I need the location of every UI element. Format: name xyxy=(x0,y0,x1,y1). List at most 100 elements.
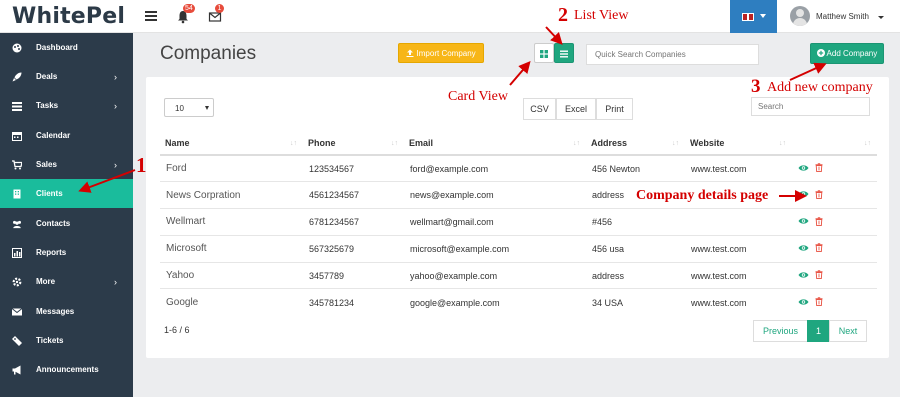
cell-phone: 3457789 xyxy=(303,261,404,289)
cell-actions xyxy=(792,154,877,182)
sort-icon: ↓↑ xyxy=(779,140,786,147)
chevron-right-icon: › xyxy=(114,101,117,111)
app-logo[interactable]: WhitePel xyxy=(12,4,125,29)
export-csv-button[interactable]: CSV xyxy=(523,98,556,120)
column-header-address[interactable]: Address ↓↑ xyxy=(586,132,685,156)
cell-actions xyxy=(792,288,877,316)
sidebar-item-more[interactable]: More › xyxy=(0,267,133,296)
add-company-button[interactable]: Add Company xyxy=(810,43,884,64)
envelope-icon xyxy=(12,308,22,316)
cell-website: www.test.com xyxy=(685,154,792,182)
sidebar-item-contacts[interactable]: Contacts xyxy=(0,209,133,238)
column-header-phone[interactable]: Phone ↓↑ xyxy=(303,132,404,156)
view-icon[interactable] xyxy=(798,217,809,227)
sidebar-item-calendar[interactable]: Calendar xyxy=(0,121,133,150)
building-icon xyxy=(13,189,21,199)
sidebar-item-label: Clients xyxy=(36,189,63,198)
cell-actions xyxy=(792,181,877,209)
quick-search-input[interactable] xyxy=(586,44,759,65)
cell-actions xyxy=(792,261,877,289)
trash-icon[interactable] xyxy=(815,163,823,174)
sidebar-item-label: Dashboard xyxy=(36,43,78,52)
trash-icon[interactable] xyxy=(815,190,823,201)
caret-down-icon xyxy=(760,14,766,18)
companies-table: Name ↓↑ Phone ↓↑ Email ↓↑ Address ↓↑ Website… xyxy=(160,132,877,316)
cell-name: Google xyxy=(160,288,303,316)
sidebar-item-label: Calendar xyxy=(36,131,71,140)
cell-actions xyxy=(792,234,877,263)
view-icon[interactable] xyxy=(798,244,809,254)
sidebar-item-label: Contacts xyxy=(36,219,71,228)
cart-icon xyxy=(12,160,22,170)
import-company-button[interactable]: Import Company xyxy=(398,43,484,63)
column-header-email[interactable]: Email ↓↑ xyxy=(404,132,586,156)
bullhorn-icon xyxy=(12,365,21,375)
trash-icon[interactable] xyxy=(815,243,823,254)
cell-website: www.test.com xyxy=(685,261,792,289)
avatar xyxy=(790,6,810,26)
pagination-page-1[interactable]: 1 xyxy=(807,320,830,342)
cell-address: address xyxy=(586,261,685,289)
trash-icon[interactable] xyxy=(815,270,823,281)
sidebar-item-messages[interactable]: Messages xyxy=(0,297,133,326)
sidebar-item-sales[interactable]: Sales › xyxy=(0,150,133,179)
sidebar-item-announcements[interactable]: Announcements xyxy=(0,355,133,384)
sidebar: Dashboard Deals › Tasks › Calendar Sales… xyxy=(0,33,133,397)
view-icon[interactable] xyxy=(798,190,809,200)
trash-icon[interactable] xyxy=(815,297,823,308)
list-view-button[interactable] xyxy=(554,43,574,63)
column-header-website[interactable]: Website ↓↑ xyxy=(685,132,792,156)
sort-icon: ↓↑ xyxy=(573,140,580,147)
calendar-icon xyxy=(12,132,22,141)
table-row: Google 345781234 google@example.com 34 USA w… xyxy=(160,288,877,316)
cell-address: 456 Newton xyxy=(586,154,685,182)
notifications-bell[interactable]: 54 xyxy=(176,4,195,24)
column-header-name[interactable]: Name ↓↑ xyxy=(160,132,303,156)
messages-envelope[interactable]: 1 xyxy=(208,4,224,24)
uk-flag-icon xyxy=(742,13,754,21)
column-website-label: Website xyxy=(690,138,725,148)
trash-icon[interactable] xyxy=(815,216,823,228)
palette-icon xyxy=(12,43,22,53)
table-header-row: Name ↓↑ Phone ↓↑ Email ↓↑ Address ↓↑ Website… xyxy=(160,132,877,156)
print-button[interactable]: Print xyxy=(596,98,633,120)
sidebar-item-label: Messages xyxy=(36,307,75,316)
pagination-previous[interactable]: Previous xyxy=(753,320,808,342)
pagination-next[interactable]: Next xyxy=(829,320,867,342)
cell-email: yahoo@example.com xyxy=(404,261,586,289)
sidebar-item-reports[interactable]: Reports xyxy=(0,238,133,267)
sort-icon: ↓↑ xyxy=(672,140,679,147)
sidebar-item-dashboard[interactable]: Dashboard xyxy=(0,33,133,62)
table-row: Wellmart 6781234567 wellmart@gmail.com #456 xyxy=(160,208,877,236)
card-view-button[interactable] xyxy=(534,43,554,63)
top-bar: WhitePel 54 1 Matthew Smith xyxy=(0,0,900,33)
column-header-actions: ↓↑ xyxy=(792,132,877,156)
sidebar-item-clients[interactable]: Clients xyxy=(0,179,133,208)
sidebar-item-label: Tickets xyxy=(36,336,64,345)
sidebar-item-tickets[interactable]: Tickets xyxy=(0,326,133,355)
column-phone-label: Phone xyxy=(308,138,336,148)
cell-phone: 4561234567 xyxy=(303,181,404,209)
cell-phone: 567325679 xyxy=(303,234,404,263)
cell-email: microsoft@example.com xyxy=(404,234,586,263)
cell-name: News Corpration xyxy=(160,181,303,209)
sort-icon: ↓↑ xyxy=(864,140,871,147)
table-search-input[interactable] xyxy=(751,97,870,116)
view-icon[interactable] xyxy=(798,271,809,281)
column-address-label: Address xyxy=(591,138,628,148)
page-size-select[interactable]: 10 xyxy=(164,98,214,117)
gear-icon xyxy=(12,277,22,287)
sort-icon: ↓↑ xyxy=(290,140,297,147)
import-company-label: Import Company xyxy=(416,49,476,58)
sidebar-item-tasks[interactable]: Tasks › xyxy=(0,91,133,120)
view-icon[interactable] xyxy=(798,298,809,308)
upload-icon xyxy=(406,49,414,57)
language-selector[interactable] xyxy=(730,0,777,33)
sidebar-item-deals[interactable]: Deals › xyxy=(0,62,133,91)
menu-toggle-icon[interactable] xyxy=(145,9,157,23)
view-icon[interactable] xyxy=(798,164,809,174)
caret-down-icon xyxy=(205,106,209,110)
export-excel-button[interactable]: Excel xyxy=(556,98,596,120)
rocket-icon xyxy=(12,72,22,82)
chevron-right-icon: › xyxy=(114,72,117,82)
